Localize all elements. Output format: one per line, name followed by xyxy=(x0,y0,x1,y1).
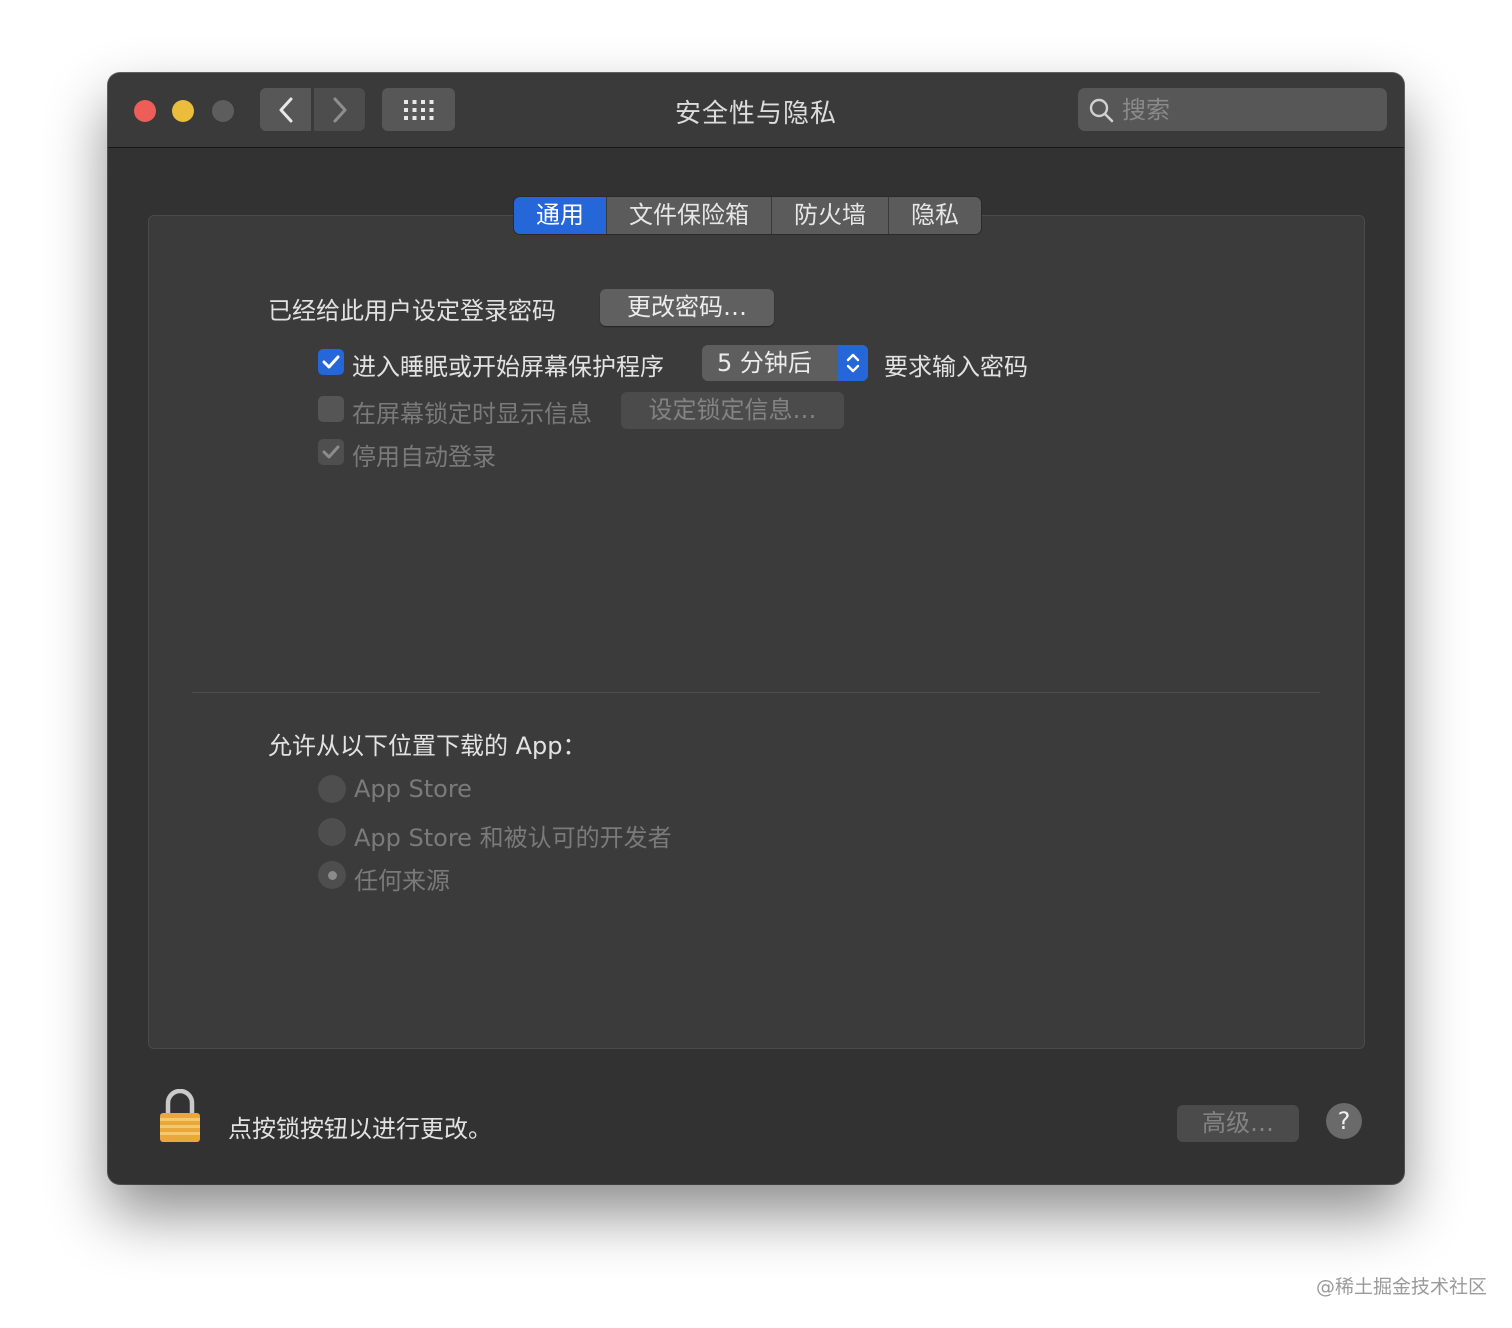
radio-selected-dot xyxy=(327,870,337,880)
magnifier-icon xyxy=(1089,98,1114,123)
password-status-label: 已经给此用户设定登录密码 xyxy=(268,297,556,325)
radio-app-store[interactable] xyxy=(318,775,346,803)
require-password-checkbox[interactable] xyxy=(318,349,344,375)
radio-identified-developers-label: App Store 和被认可的开发者 xyxy=(354,824,672,852)
section-divider xyxy=(192,692,1320,693)
downloads-heading: 允许从以下位置下载的 App： xyxy=(268,732,587,760)
set-lock-message-button[interactable]: 设定锁定信息… xyxy=(621,392,844,429)
password-delay-value: 5 分钟后 xyxy=(717,349,812,377)
radio-app-store-label: App Store xyxy=(354,775,472,803)
radio-identified-developers[interactable] xyxy=(318,818,346,846)
search-input[interactable] xyxy=(1122,88,1372,131)
tab-privacy[interactable]: 隐私 xyxy=(889,197,981,234)
password-delay-select[interactable]: 5 分钟后 xyxy=(702,345,868,381)
tab-filevault[interactable]: 文件保险箱 xyxy=(607,197,772,234)
disable-auto-login-label: 停用自动登录 xyxy=(352,443,496,471)
change-password-button[interactable]: 更改密码… xyxy=(600,289,774,326)
tab-firewall[interactable]: 防火墙 xyxy=(772,197,889,234)
watermark: @稀土掘金技术社区 xyxy=(1316,1276,1488,1298)
preferences-window: 安全性与隐私 通用 文件保险箱 防火墙 隐私 已经给此用户设定登录密码 更改密码… xyxy=(108,73,1404,1184)
lock-hint-label: 点按锁按钮以进行更改。 xyxy=(228,1115,492,1143)
show-message-label: 在屏幕锁定时显示信息 xyxy=(352,400,592,428)
search-field[interactable] xyxy=(1078,88,1387,131)
require-password-label: 进入睡眠或开始屏幕保护程序 xyxy=(352,353,664,381)
tab-bar: 通用 文件保险箱 防火墙 隐私 xyxy=(514,197,981,234)
show-message-checkbox[interactable] xyxy=(318,396,344,422)
advanced-button[interactable]: 高级… xyxy=(1177,1105,1299,1142)
checkmark-icon xyxy=(322,445,340,459)
disable-auto-login-checkbox[interactable] xyxy=(318,439,344,465)
tab-general[interactable]: 通用 xyxy=(514,197,607,234)
radio-anywhere[interactable] xyxy=(318,861,346,889)
title-bar: 安全性与隐私 xyxy=(108,73,1404,148)
stepper-arrows-icon xyxy=(838,345,868,381)
general-panel xyxy=(148,215,1365,1049)
require-password-suffix: 要求输入密码 xyxy=(884,353,1028,381)
radio-anywhere-label: 任何来源 xyxy=(354,867,450,895)
lock-icon[interactable] xyxy=(158,1089,202,1143)
help-button[interactable]: ? xyxy=(1326,1103,1362,1139)
checkmark-icon xyxy=(322,355,340,369)
